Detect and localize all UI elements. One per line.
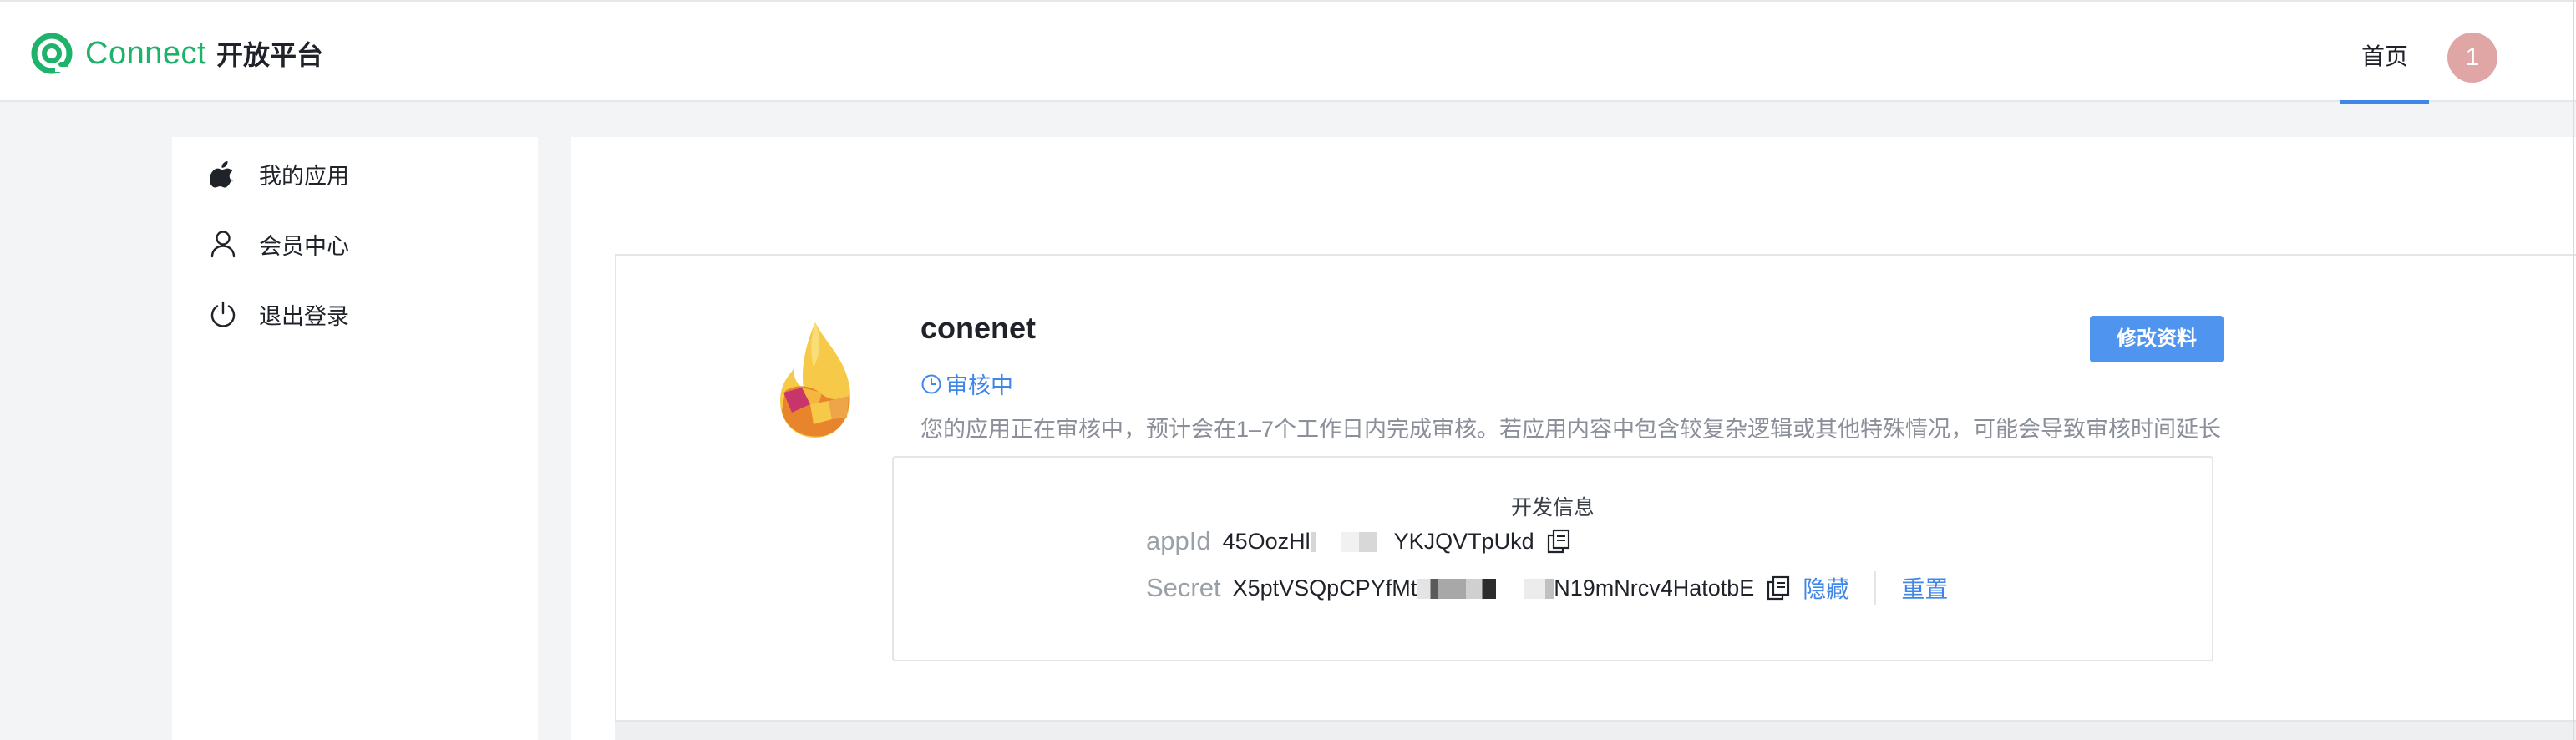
active-tab-underline: [2340, 100, 2429, 104]
appid-row: appId 45OozHl YKJQVTpUkd: [1146, 526, 1571, 556]
secret-label: Secret: [1146, 573, 1221, 602]
power-icon: [209, 300, 237, 328]
main-content: conenet 审核中 您的应用正在审核中，预计会在1–7个工作日内完成审核。若…: [571, 137, 2576, 740]
app-name: conenet: [920, 311, 1037, 345]
brand-logo[interactable]: Connect 开放平台: [30, 32, 323, 75]
appid-prefix: 45OozHl: [1222, 528, 1311, 554]
sidebar-item-label: 退出登录: [259, 303, 349, 329]
connect-logo-icon: [31, 33, 73, 74]
appid-suffix: YKJQVTpUkd: [1393, 528, 1534, 554]
user-icon: [209, 230, 237, 258]
divider: [1874, 571, 1877, 605]
review-status-label: 审核中: [946, 373, 1013, 398]
nav-home-tab[interactable]: 首页: [2340, 2, 2429, 104]
redacted-mask: [1417, 579, 1554, 600]
sidebar-item-member-center[interactable]: 会员中心: [209, 227, 349, 261]
brand-subtitle: 开放平台: [216, 40, 324, 70]
review-status: 审核中: [920, 367, 1013, 400]
copy-icon[interactable]: [1546, 528, 1571, 555]
secret-suffix: N19mNrcv4HatotbE: [1554, 575, 1755, 601]
copy-icon[interactable]: [1766, 575, 1791, 601]
sidebar-item-logout[interactable]: 退出登录: [209, 297, 349, 331]
card-footer-strip: [615, 722, 2576, 740]
appid-value: 45OozHl YKJQVTpUkd: [1223, 529, 1534, 555]
brand-name: Connect: [85, 35, 207, 71]
sidebar-item-my-apps[interactable]: 我的应用: [209, 157, 349, 190]
nav-home-label: 首页: [2360, 43, 2408, 69]
avatar[interactable]: 1: [2447, 33, 2497, 83]
hide-secret-link[interactable]: 隐藏: [1803, 571, 1849, 605]
redacted-mask: [1310, 532, 1394, 553]
review-description: 您的应用正在审核中，预计会在1–7个工作日内完成审核。若应用内容中包含较复杂逻辑…: [920, 417, 2222, 442]
sidebar-item-label: 我的应用: [259, 163, 349, 189]
edit-profile-button[interactable]: 修改资料: [2090, 316, 2224, 362]
appid-label: appId: [1146, 526, 1211, 555]
developer-info-title: 开发信息: [1510, 496, 1595, 520]
app-flame-logo: [780, 322, 850, 438]
secret-value: X5ptVSQpCPYfMt N19mNrcv4HatotbE: [1233, 575, 1755, 601]
developer-info-panel: 开发信息 appId 45OozHl YKJQVTpUkd Secret X5pt…: [892, 456, 2213, 661]
sidebar: 我的应用 会员中心 退出登录: [172, 137, 538, 740]
clock-icon: [921, 374, 941, 393]
app-card: conenet 审核中 您的应用正在审核中，预计会在1–7个工作日内完成审核。若…: [615, 254, 2576, 722]
top-navbar: Connect 开放平台 首页 1: [0, 0, 2576, 104]
reset-secret-link[interactable]: 重置: [1901, 571, 1948, 605]
scrollbar-track[interactable]: [2573, 0, 2574, 740]
apple-icon: [209, 160, 237, 188]
sidebar-item-label: 会员中心: [259, 233, 349, 259]
secret-prefix: X5ptVSQpCPYfMt: [1232, 575, 1417, 601]
secret-row: Secret X5ptVSQpCPYfMt N19mNrcv4HatotbE 隐藏…: [1146, 571, 1948, 605]
